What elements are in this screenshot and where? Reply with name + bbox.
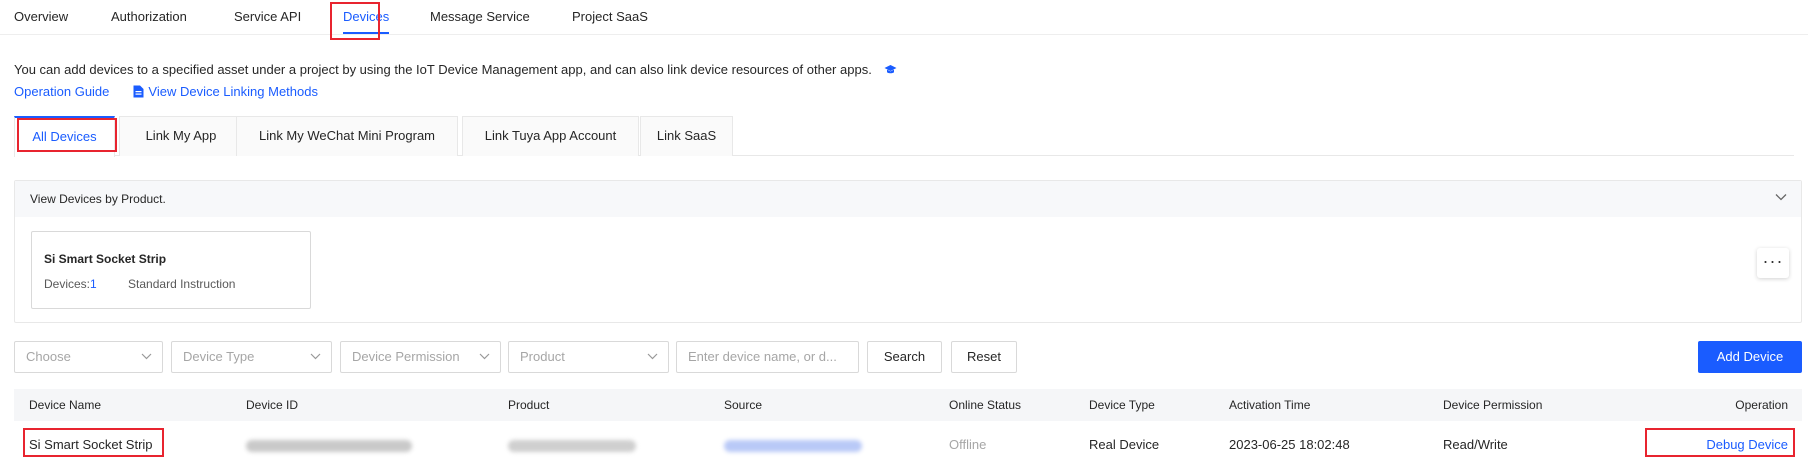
product-select-placeholder: Product — [520, 349, 565, 364]
col-device-id: Device ID — [246, 398, 299, 412]
instruction-type: Standard Instruction — [128, 277, 236, 291]
device-search-placeholder: Enter device name, or d... — [688, 349, 837, 364]
device-permission-placeholder: Device Permission — [352, 349, 460, 364]
device-name-cell: Si Smart Socket Strip — [29, 437, 153, 452]
device-sub-tabs: All Devices Link My App Link My WeChat M… — [14, 116, 1794, 157]
subtab-link-wechat-mini-program[interactable]: Link My WeChat Mini Program — [236, 116, 458, 156]
online-status-cell: Offline — [949, 437, 987, 452]
col-device-type: Device Type — [1089, 398, 1155, 412]
more-options-button[interactable]: ··· — [1757, 248, 1789, 278]
device-id-cell — [246, 421, 412, 468]
devices-count: 1 — [90, 277, 97, 291]
view-linking-methods-label: View Device Linking Methods — [148, 84, 318, 99]
choose-select-placeholder: Choose — [26, 349, 71, 364]
tab-overview[interactable]: Overview — [14, 0, 68, 34]
tab-authorization[interactable]: Authorization — [111, 0, 187, 34]
tab-service-api[interactable]: Service API — [234, 0, 301, 34]
tab-project-saas[interactable]: Project SaaS — [572, 0, 648, 34]
view-linking-methods-link[interactable]: View Device Linking Methods — [133, 84, 318, 99]
top-nav: Overview Authorization Service API Devic… — [0, 0, 1808, 35]
intro-description: You can add devices to a specified asset… — [14, 62, 872, 77]
device-permission-select[interactable]: Device Permission — [340, 341, 501, 373]
product-card-name: Si Smart Socket Strip — [44, 252, 167, 266]
intro-text: You can add devices to a specified asset… — [14, 59, 914, 103]
product-select[interactable]: Product — [508, 341, 669, 373]
chevron-down-icon — [647, 353, 658, 360]
device-type-placeholder: Device Type — [183, 349, 255, 364]
col-operation: Operation — [1735, 398, 1788, 412]
product-panel-title: View Devices by Product. — [30, 192, 166, 206]
subtab-link-my-app[interactable]: Link My App — [119, 116, 243, 156]
tab-devices[interactable]: Devices — [343, 0, 390, 34]
devices-label: Devices: — [44, 277, 91, 291]
add-device-button[interactable]: Add Device — [1698, 341, 1802, 373]
subtab-all-devices[interactable]: All Devices — [14, 116, 115, 157]
product-card[interactable]: Si Smart Socket Strip Devices:1 Standard… — [31, 231, 311, 309]
redacted-device-id — [246, 439, 412, 452]
product-card-meta: Devices:1 Standard Instruction — [44, 277, 235, 291]
subtab-link-saas[interactable]: Link SaaS — [640, 116, 733, 156]
col-source: Source — [724, 398, 763, 412]
device-search-input[interactable]: Enter device name, or d... — [676, 341, 859, 373]
chevron-down-icon[interactable] — [1775, 193, 1787, 201]
chevron-down-icon — [141, 353, 152, 360]
col-device-permission: Device Permission — [1443, 398, 1543, 412]
table-header: Device Name Device ID Product Source Onl… — [14, 389, 1802, 421]
source-cell — [724, 421, 862, 468]
col-device-name: Device Name — [29, 398, 102, 412]
document-icon — [133, 85, 144, 98]
col-online-status: Online Status — [949, 398, 1022, 412]
choose-select[interactable]: Choose — [14, 341, 163, 373]
tab-message-service[interactable]: Message Service — [430, 0, 530, 34]
col-activation-time: Activation Time — [1229, 398, 1311, 412]
product-panel: View Devices by Product. Si Smart Socket… — [14, 180, 1802, 323]
col-product: Product — [508, 398, 550, 412]
device-permission-cell: Read/Write — [1443, 437, 1508, 452]
chevron-down-icon — [479, 353, 490, 360]
operation-guide-label: Operation Guide — [14, 84, 110, 99]
subtab-link-tuya-app-account[interactable]: Link Tuya App Account — [462, 116, 639, 156]
device-type-cell: Real Device — [1089, 437, 1160, 452]
product-cell — [508, 421, 636, 468]
redacted-source — [724, 439, 862, 452]
debug-device-link[interactable]: Debug Device — [1706, 421, 1788, 468]
graduation-cap-icon — [884, 65, 897, 74]
activation-time-cell: 2023-06-25 18:02:48 — [1229, 437, 1350, 452]
search-button[interactable]: Search — [867, 341, 942, 373]
table-row: Si Smart Socket Strip Offline Real Devic… — [14, 421, 1802, 468]
product-panel-header[interactable]: View Devices by Product. — [15, 181, 1801, 217]
devices-table: Device Name Device ID Product Source Onl… — [14, 389, 1802, 468]
reset-button[interactable]: Reset — [951, 341, 1017, 373]
device-type-select[interactable]: Device Type — [171, 341, 332, 373]
redacted-product — [508, 439, 636, 452]
chevron-down-icon — [310, 353, 321, 360]
